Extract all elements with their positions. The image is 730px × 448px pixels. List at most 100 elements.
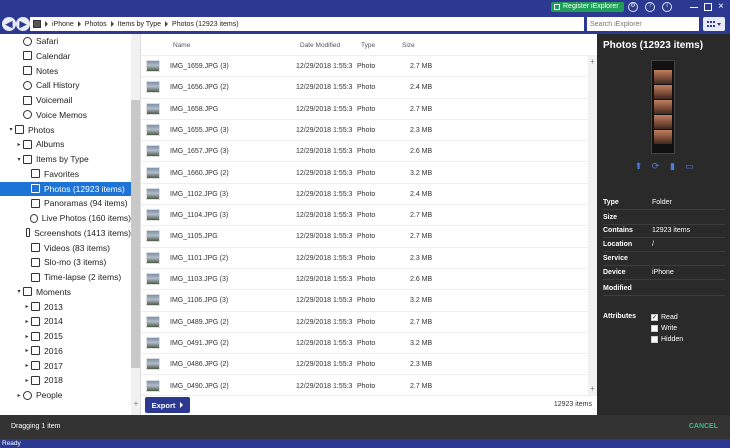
sidebar-item[interactable]: Favorites [0,167,131,181]
table-row[interactable]: IMG_0486.JPG (2) 12/29/2018 1:55:3 Photo 2.… [141,354,588,376]
sidebar-item[interactable]: Notes [0,64,131,78]
table-row[interactable]: IMG_0489.JPG (2) 12/29/2018 1:55:3 Photo 2.… [141,312,588,333]
chevron-down-icon[interactable]: ▾ [7,126,15,133]
table-row[interactable]: IMG_1660.JPG (2) 12/29/2018 1:55:3 Photo 3.… [141,163,588,184]
chevron-down-icon[interactable]: ▾ [15,156,23,163]
table-row[interactable]: IMG_0491.JPG (2) 12/29/2018 1:55:3 Photo 3.… [141,333,588,355]
sidebar-item[interactable]: Slo-mo (3 items) [0,255,131,269]
sidebar-item[interactable]: Voicemail [0,93,131,107]
device-icon[interactable] [33,20,41,28]
sidebar-item[interactable]: Time-lapse (2 items) [0,270,131,284]
sidebar-item[interactable]: ▸ People [0,388,131,402]
table-row[interactable]: IMG_1657.JPG (3) 12/29/2018 1:55:3 Photo 2.… [141,141,588,163]
chevron-right-icon[interactable]: ▸ [23,347,31,354]
sidebar-item[interactable]: ▸ 2015 [0,329,131,343]
sidebar-item[interactable]: ▾ Items by Type [0,152,131,166]
sidebar-item[interactable]: Live Photos (160 items) [0,211,131,225]
table-row[interactable]: IMG_1103.JPG (3) 12/29/2018 1:55:3 Photo 2.… [141,269,588,291]
table-row[interactable]: IMG_1656.JPG (2) 12/29/2018 1:55:3 Photo 2.… [141,77,588,99]
chevron-right-icon[interactable]: ▸ [23,318,31,325]
panel-title: Photos (12923 items) [603,40,704,51]
list-footer: Export 12923 items [141,395,597,415]
property-key: Type [603,199,619,206]
breadcrumb-item[interactable]: Photos (12923 items) [172,21,239,28]
cell-size: 2.4 MB [410,84,433,92]
column-header-date[interactable]: Date Modified [300,42,340,49]
table-row[interactable]: IMG_1655.JPG (3) 12/29/2018 1:55:3 Photo 2.… [141,120,588,142]
column-header-type[interactable]: Type [361,42,375,49]
sidebar-item[interactable]: Call History [0,78,131,92]
bookmark-icon[interactable]: ▮ [668,162,677,171]
sidebar-item[interactable]: Safari [0,34,131,48]
sidebar-item[interactable]: Calendar [0,49,131,63]
chevron-right-icon[interactable]: ▸ [23,362,31,369]
table-row[interactable]: IMG_0490.JPG (2) 12/29/2018 1:55:3 Photo 2.… [141,376,588,396]
minimize-button[interactable] [690,3,698,8]
column-header-name[interactable]: Name [173,42,190,49]
breadcrumb-item[interactable]: iPhone [52,21,74,28]
sidebar-item[interactable]: Videos (83 items) [0,241,131,255]
search-input[interactable] [587,17,699,31]
calendar-icon [31,331,40,341]
sidebar-item[interactable]: ▸ 2017 [0,359,131,373]
checkbox[interactable] [651,325,658,332]
table-row[interactable]: IMG_1105.JPG 12/29/2018 1:55:3 Photo 2.7 MB [141,226,588,248]
sidebar-item[interactable]: ▾ Moments [0,285,131,299]
cell-type: Photo [357,361,376,369]
attribute-checkbox-row[interactable]: Hidden [651,336,683,343]
chevron-down-icon[interactable]: ▾ [15,288,23,295]
chevron-right-icon[interactable]: ▸ [23,333,31,340]
breadcrumb-item[interactable]: Items by Type [118,21,161,28]
table-row[interactable]: IMG_1658.JPG 12/29/2018 1:55:3 Photo 2.7 MB [141,99,588,120]
checkbox[interactable]: ✓ [651,314,658,321]
sidebar-item[interactable]: Screenshots (1413 items) [0,226,131,240]
cell-size: 2.7 MB [410,105,433,113]
back-arrow-icon[interactable]: ◀ [2,17,16,31]
cell-type: Photo [357,63,376,70]
list-scrollbar[interactable] [588,56,597,395]
forward-arrow-icon[interactable]: ▶ [16,17,30,31]
upload-icon[interactable]: ⬆ [634,162,643,171]
table-row[interactable]: IMG_1659.JPG (3) 12/29/2018 1:55:3 Photo 2.… [141,56,588,78]
sidebar-item[interactable]: Panoramas (94 items) [0,196,131,210]
info-icon[interactable]: i [662,2,672,12]
list-scroll-up-icon[interactable]: + [588,57,597,66]
chevron-right-icon[interactable]: ▸ [23,303,31,310]
sidebar-item[interactable]: ▸ 2014 [0,314,131,328]
voicemail-icon [23,95,32,105]
table-row[interactable]: IMG_1104.JPG (3) 12/29/2018 1:55:3 Photo 2.… [141,205,588,227]
checkbox[interactable] [651,336,658,343]
chevron-right-icon[interactable]: ▸ [15,141,23,148]
attribute-checkbox-row[interactable]: ✓ Read [651,314,678,321]
help-icon[interactable]: ? [645,2,655,12]
attribute-checkbox-row[interactable]: Write [651,325,677,332]
chevron-right-icon[interactable]: ▸ [15,392,23,399]
register-button[interactable]: Register iExplorer [551,2,624,12]
sidebar-item[interactable]: ▸ 2013 [0,300,131,314]
property-value: Folder [652,199,672,206]
refresh-icon[interactable]: ⟳ [651,162,660,171]
settings-icon[interactable]: ⚙ [628,2,638,12]
property-key: Contains [603,227,633,234]
sidebar-item[interactable]: Photos (12923 items) [0,181,131,196]
table-row[interactable]: IMG_1102.JPG (3) 12/29/2018 1:55:3 Photo 2.… [141,184,588,206]
close-button[interactable]: × [718,2,726,12]
sidebar-item[interactable]: ▸ 2018 [0,373,131,387]
table-row[interactable]: IMG_1106.JPG (3) 12/29/2018 1:55:3 Photo 3.… [141,290,588,312]
maximize-button[interactable] [704,3,712,11]
sidebar-item[interactable]: Voice Memos [0,108,131,122]
drive-icon[interactable]: ▭ [685,162,694,171]
view-mode-button[interactable] [703,17,725,31]
breadcrumb-item[interactable]: Photos [85,21,107,28]
sidebar-item[interactable]: ▾ Photos [0,123,131,137]
sidebar-item[interactable]: ▸ 2016 [0,344,131,358]
sidebar-item[interactable]: ▸ Albums [0,137,131,151]
export-button[interactable]: Export [145,397,190,413]
table-row[interactable]: IMG_1101.JPG (2) 12/29/2018 1:55:3 Photo 2.… [141,248,588,269]
sidebar-add-icon[interactable]: + [131,399,140,409]
list-scroll-down-icon[interactable]: + [588,384,597,393]
cancel-button[interactable]: CANCEL [689,423,718,430]
column-header-size[interactable]: Size [402,42,415,49]
chevron-right-icon[interactable]: ▸ [23,377,31,384]
sidebar-scroll-thumb[interactable] [131,100,140,368]
